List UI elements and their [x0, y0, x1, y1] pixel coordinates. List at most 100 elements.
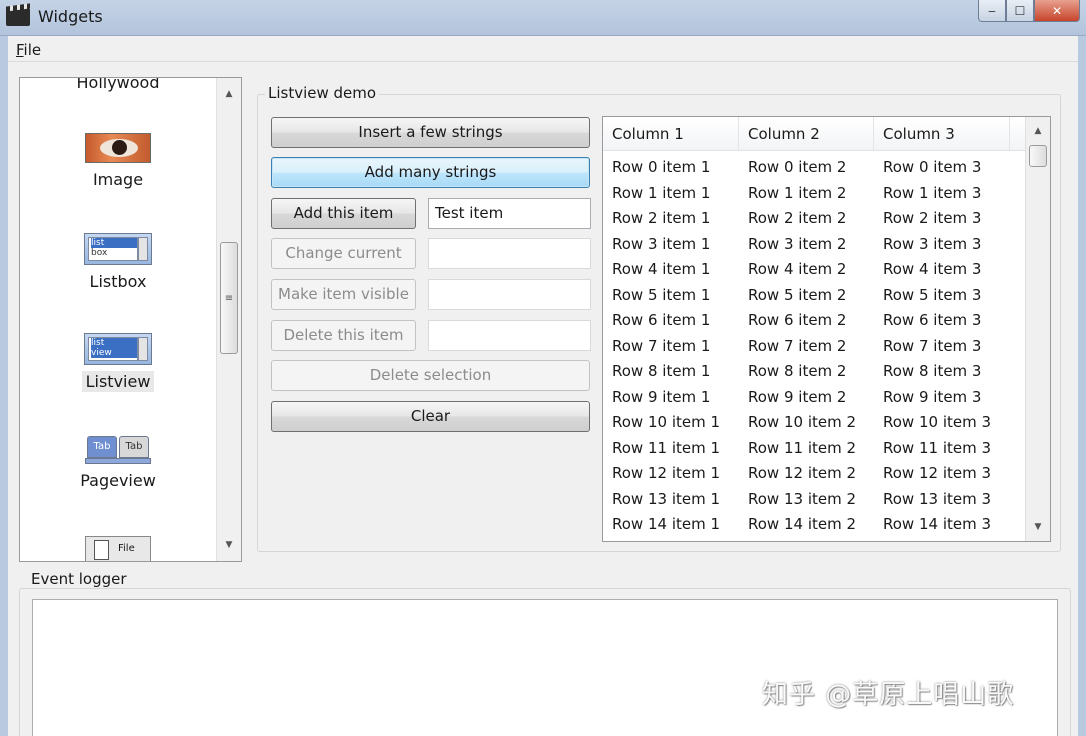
listview-row[interactable]: Row 6 item 1 Row 6 item 2 Row 6 item 3	[603, 308, 1026, 334]
scroll-down-arrow-icon[interactable]: ▼	[217, 535, 241, 555]
make-item-visible-field[interactable]	[428, 279, 591, 310]
listview-cell: Row 11 item 2	[748, 438, 857, 457]
scrollbar-thumb[interactable]: ≡	[220, 242, 238, 354]
widget-item-listbox[interactable]: list box Listbox	[20, 233, 216, 292]
listview-cell: Row 14 item 2	[748, 515, 857, 533]
event-logger-title: Event logger	[28, 570, 130, 588]
widget-selector-list[interactable]: Hollywood Image list box Listbox list vi…	[19, 77, 242, 562]
widget-selector-scrollbar[interactable]: ▲ ≡ ▼	[216, 78, 241, 561]
add-item-field[interactable]: Test item	[428, 198, 591, 229]
listview[interactable]: Column 1 Column 2 Column 3 Row 0 item 1R…	[602, 116, 1051, 542]
menu-bar: File	[8, 38, 1078, 62]
listview-cell: Row 6 item 2	[748, 311, 847, 329]
listview-row[interactable]: Row 5 item 1 Row 5 item 2 Row 5 item 3	[603, 283, 1026, 309]
listview-cell: Row 8 item 1	[612, 362, 711, 380]
add-item-button[interactable]: Add this item	[271, 198, 416, 229]
listview-row[interactable]: Row 12 item 1 Row 12 item 2 Row 12 item 3	[603, 461, 1026, 487]
widget-item-label: Listview	[81, 371, 155, 392]
widget-item-pageview[interactable]: Tab Tab Pageview	[20, 434, 216, 491]
column-header-2[interactable]: Column 2	[739, 117, 874, 151]
column-header-3[interactable]: Column 3	[874, 117, 1010, 151]
listview-row[interactable]: Row 9 item 1 Row 9 item 2 Row 9 item 3	[603, 385, 1026, 411]
listview-cell: Row 2 item 2	[748, 209, 847, 227]
listview-row[interactable]: Row 1 item 1 Row 1 item 2 Row 1 item 3	[603, 181, 1026, 207]
listview-cell: Row 7 item 3	[883, 336, 982, 355]
listview-cell: Row 4 item 3	[883, 260, 982, 278]
window-frame-right	[1078, 36, 1086, 736]
listview-cell: Row 14 item 3	[883, 515, 992, 533]
widget-item-image[interactable]: Image	[20, 133, 216, 190]
delete-selection-button[interactable]: Delete selection	[271, 360, 590, 391]
widget-item-file[interactable]: File	[20, 536, 216, 561]
watermark-text: 知乎 @草原上唱山歌	[762, 680, 1015, 710]
widget-item-hollywood[interactable]: Hollywood	[20, 78, 216, 93]
widget-item-listview[interactable]: list view Listview	[20, 333, 216, 392]
insert-few-strings-button[interactable]: Insert a few strings	[271, 117, 590, 148]
column-header-1[interactable]: Column 1	[603, 117, 739, 151]
listview-cell: Row 11 item 1	[612, 438, 721, 457]
make-item-visible-button[interactable]: Make item visible	[271, 279, 416, 310]
listview-row[interactable]: Row 10 item 1 Row 10 item 2 Row 10 item 3	[603, 410, 1026, 436]
listview-rows: Row 0 item 1 Row 0 item 2 Row 0 item 3 Row …	[603, 155, 1026, 538]
listview-row[interactable]: Row 8 item 1 Row 8 item 2 Row 8 item 3	[603, 359, 1026, 385]
listbox-icon-list: list box	[88, 237, 138, 261]
listview-cell: Row 8 item 3	[883, 362, 982, 380]
menu-file[interactable]: File	[16, 41, 41, 59]
listview-cell: Row 5 item 3	[883, 285, 982, 304]
scrollbar-thumb[interactable]	[1029, 145, 1047, 167]
listview-cell: Row 1 item 2	[748, 183, 847, 202]
listview-cell: Row 12 item 2	[748, 464, 857, 482]
listview-header: Column 1 Column 2 Column 3	[603, 117, 1026, 151]
delete-item-button[interactable]: Delete this item	[271, 320, 416, 351]
listview-cell: Row 14 item 1	[612, 515, 721, 533]
listview-cell: Row 6 item 3	[883, 311, 982, 329]
maximize-button[interactable]: ☐	[1006, 0, 1034, 22]
title-bar[interactable]: Widgets ‒ ☐ ✕	[0, 0, 1086, 36]
clear-button[interactable]: Clear	[271, 401, 590, 432]
listview-icon-text: list	[91, 338, 137, 348]
listview-row[interactable]: Row 13 item 1 Row 13 item 2 Row 13 item 3	[603, 487, 1026, 513]
listview-cell: Row 1 item 1	[612, 183, 711, 202]
scroll-up-arrow-icon[interactable]: ▲	[1026, 121, 1050, 141]
listview-icon-scrollbar	[138, 337, 148, 361]
listview-cell: Row 9 item 3	[883, 387, 982, 406]
change-current-field[interactable]	[428, 238, 591, 269]
delete-item-field[interactable]	[428, 320, 591, 351]
listbox-icon: list box	[84, 233, 152, 265]
grip-icon: ≡	[224, 292, 234, 304]
listview-row[interactable]: Row 3 item 1 Row 3 item 2 Row 3 item 3	[603, 232, 1026, 258]
window-controls: ‒ ☐ ✕	[978, 0, 1080, 22]
listview-cell: Row 10 item 3	[883, 413, 992, 431]
clapperboard-icon	[6, 8, 30, 26]
listview-cell: Row 13 item 3	[883, 489, 992, 508]
listview-icon-text: view	[91, 348, 137, 358]
close-button[interactable]: ✕	[1034, 0, 1080, 22]
listview-row[interactable]: Row 2 item 1 Row 2 item 2 Row 2 item 3	[603, 206, 1026, 232]
listview-cell: Row 0 item 3	[883, 158, 982, 176]
minimize-button[interactable]: ‒	[978, 0, 1006, 22]
listview-row[interactable]: Row 0 item 1 Row 0 item 2 Row 0 item 3	[603, 155, 1026, 181]
widget-item-label: Hollywood	[76, 78, 160, 92]
listview-cell: Row 5 item 1	[612, 285, 711, 304]
event-logger-textarea[interactable]	[32, 599, 1058, 736]
tabs-icon-base	[85, 458, 151, 464]
scroll-up-arrow-icon[interactable]: ▲	[217, 84, 241, 104]
listbox-icon-text: list	[91, 238, 137, 248]
listview-row[interactable]: Row 4 item 1 Row 4 item 2 Row 4 item 3	[603, 257, 1026, 283]
listview-row[interactable]: Row 7 item 1 Row 7 item 2 Row 7 item 3	[603, 334, 1026, 360]
listview-row[interactable]: Row 14 item 1 Row 14 item 2 Row 14 item 3	[603, 512, 1026, 538]
add-many-strings-button[interactable]: Add many strings	[271, 157, 590, 188]
listbox-icon-text: box	[91, 248, 108, 258]
listview-cell: Row 8 item 2	[748, 362, 847, 380]
listview-cell: Row 7 item 2	[748, 336, 847, 355]
widget-item-label: Pageview	[80, 471, 156, 490]
listview-scrollbar[interactable]: ▲ ▼	[1025, 117, 1050, 541]
listview-row[interactable]: Row 11 item 1 Row 11 item 2 Row 11 item 3	[603, 436, 1026, 462]
change-current-button[interactable]: Change current	[271, 238, 416, 269]
widget-item-label: Image	[92, 170, 144, 189]
listview-cell: Row 3 item 3	[883, 234, 982, 253]
eye-image-icon	[85, 133, 151, 163]
listview-cell: Row 10 item 1	[612, 413, 721, 431]
scroll-down-arrow-icon[interactable]: ▼	[1026, 517, 1050, 537]
listview-cell: Row 7 item 1	[612, 336, 711, 355]
